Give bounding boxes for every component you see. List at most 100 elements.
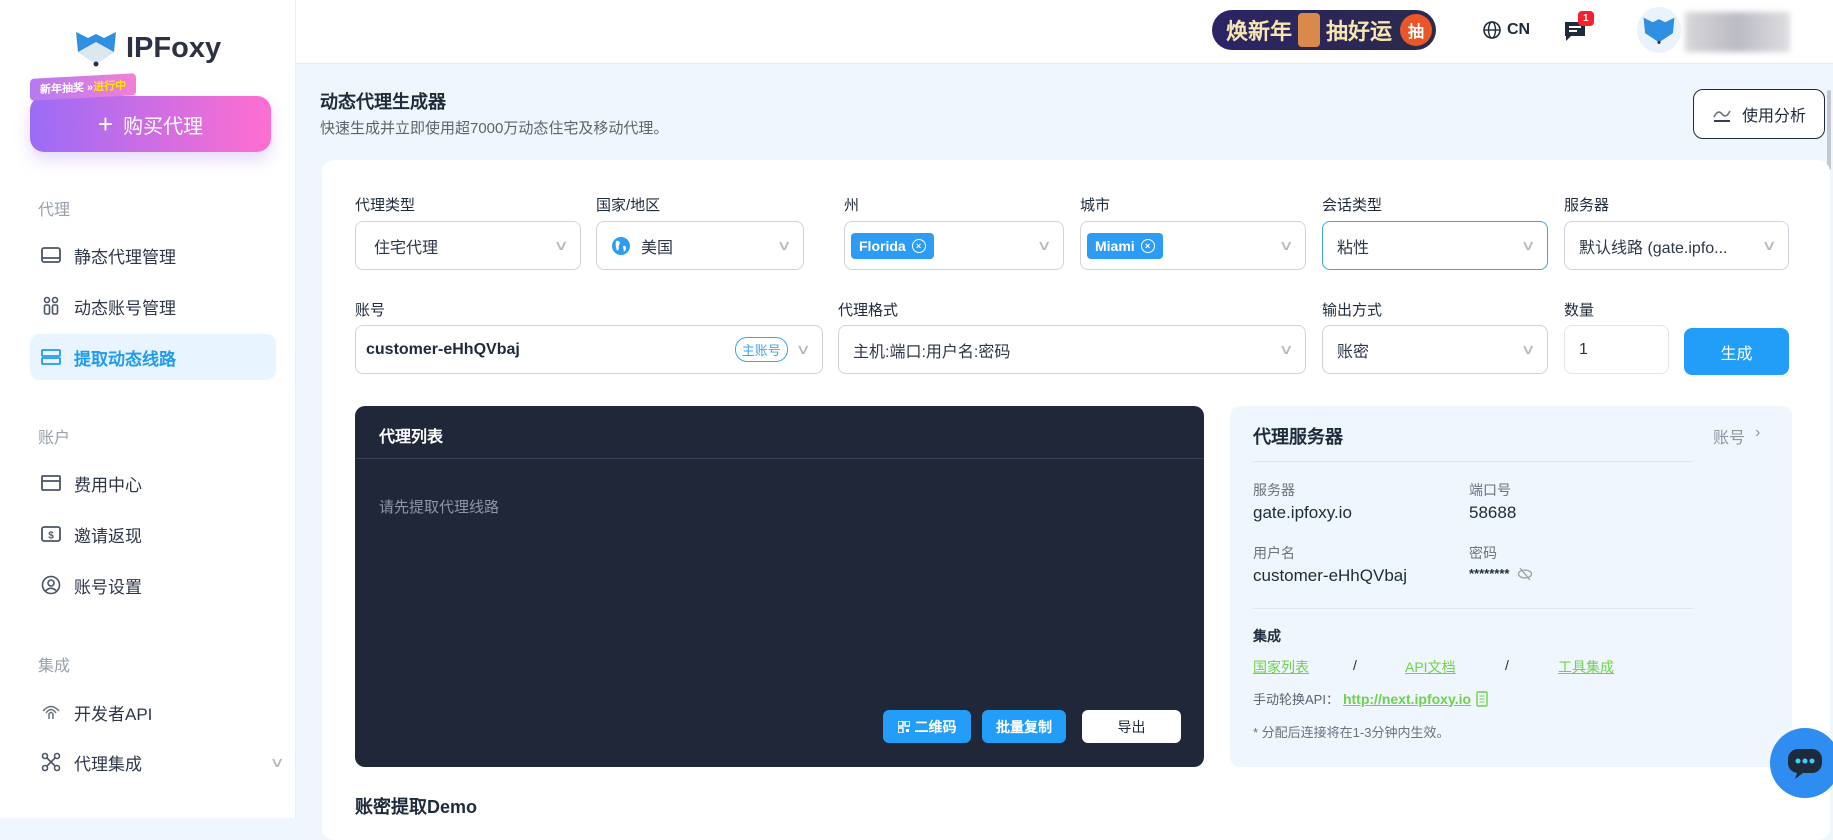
chevron-down-icon: ∨ [1278,237,1294,253]
password-field: ******** [1469,566,1533,581]
server-value: 默认线路 (gate.ipfo... [1579,239,1728,257]
country-select[interactable]: 美国 ∨ [596,221,804,270]
proxy-type-label: 代理类型 [355,197,416,214]
server-icon [41,349,61,365]
generate-button[interactable]: 生成 [1684,328,1789,375]
proxy-format-value: 主机:端口:用户名:密码 [853,343,1011,361]
city-select[interactable]: Miami × ∨ [1080,221,1306,270]
server-select[interactable]: 默认线路 (gate.ipfo... ∨ [1564,221,1789,270]
session-type-select[interactable]: 粘性 ∨ [1322,221,1548,270]
language-label: CN [1507,21,1531,38]
username-value[interactable]: customer-eHhQVbaj [1253,566,1407,586]
session-type-label: 会话类型 [1322,197,1383,214]
export-button[interactable]: 导出 [1082,710,1181,743]
chevron-down-icon: ∨ [1761,237,1777,253]
top-bar [296,0,1833,64]
sidebar-item-proxy-integration[interactable]: 代理集成 ∨ [30,739,285,785]
sidebar-item-billing[interactable]: 费用中心 [30,460,276,506]
output-method-select[interactable]: 账密 ∨ [1322,325,1548,374]
sidebar-item-referral[interactable]: $ 邀请返现 [30,511,276,557]
username-key: 用户名 [1253,545,1295,561]
rotate-api-link[interactable]: http://next.ipfoxy.io [1343,691,1471,707]
api-docs-link[interactable]: API文档 [1405,657,1456,677]
quantity-label: 数量 [1564,302,1595,319]
remove-tag-icon[interactable]: × [911,238,926,253]
proxy-type-select[interactable]: 住宅代理 ∨ [355,221,581,270]
chevron-down-icon: ∨ [269,753,285,770]
support-chat-button[interactable] [1770,728,1833,798]
state-select[interactable]: Florida × ∨ [844,221,1064,270]
password-value: ******** [1469,566,1510,581]
account-link-label: 账号 [1713,430,1746,447]
qr-code-button[interactable]: 二维码 [883,710,971,743]
usage-analysis-label: 使用分析 [1741,108,1806,125]
section-integration: 集成 [38,658,71,675]
nav-label: 代理集成 [74,754,142,774]
eye-off-icon[interactable] [1517,567,1533,581]
plus-icon: + [97,108,114,139]
draw-button[interactable]: 抽 [1400,14,1432,46]
proxy-list-placeholder: 请先提取代理线路 [379,499,500,516]
proxy-format-select[interactable]: 主机:端口:用户名:密码 ∨ [838,325,1306,374]
monitor-icon [41,247,61,263]
activation-note: * 分配后连接将在1-3分钟内生效。 [1253,725,1450,740]
sidebar-item-static-proxy[interactable]: 静态代理管理 [30,232,276,278]
usage-analysis-button[interactable]: 使用分析 [1693,89,1825,139]
country-list-link[interactable]: 国家列表 [1253,657,1309,677]
fox-avatar-icon [1643,17,1675,44]
qr-code-icon [897,720,910,733]
rotate-api-label: 手动轮换API： [1253,692,1339,707]
buy-proxy-button[interactable]: + 购买代理 [30,96,271,152]
account-value: customer-eHhQVbaj [366,340,520,358]
divider [1253,608,1693,609]
divider [355,458,1204,459]
proxy-format-label: 代理格式 [838,302,899,319]
page-scrollbar[interactable] [1827,90,1831,170]
promo-status: 进行中 [93,79,127,94]
demo-title: 账密提取Demo [355,797,478,817]
nav-label: 开发者API [74,704,153,724]
rotate-api-row: 手动轮换API： http://next.ipfoxy.io [1253,689,1489,708]
quantity-input[interactable]: 1 [1564,325,1669,374]
state-tag: Florida × [851,232,934,259]
chevron-down-icon: ∨ [553,237,569,253]
sidebar-item-dynamic-accounts[interactable]: 动态账号管理 [30,283,276,329]
nav-label: 动态账号管理 [74,298,176,318]
integration-icon [41,752,61,772]
logo[interactable]: IPFoxy [74,28,221,68]
port-key: 端口号 [1469,482,1511,498]
port-value[interactable]: 58688 [1469,503,1516,523]
account-link[interactable]: 账号 › [1713,424,1760,448]
language-switcher[interactable]: CN [1482,20,1530,40]
batch-copy-button[interactable]: 批量复制 [982,710,1066,743]
qr-code-label: 二维码 [914,718,957,735]
nav-label: 账号设置 [74,577,142,597]
sidebar-item-developer-api[interactable]: 开发者API [30,689,276,735]
sidebar-item-account-settings[interactable]: 账号设置 [30,562,276,608]
sidebar-item-extract-lines[interactable]: 提取动态线路 [30,334,276,380]
server-value[interactable]: gate.ipfoxy.io [1253,503,1352,523]
promo-text: 新年抽奖 » [40,81,94,97]
logo-text: IPFoxy [126,31,222,64]
separator: / [1353,657,1357,673]
copy-icon[interactable] [1475,690,1489,707]
notification-badge: 1 [1578,11,1594,26]
proxy-list-title: 代理列表 [379,429,444,446]
phone-image-icon [1298,13,1321,47]
avatar[interactable] [1637,7,1681,53]
proxy-server-title: 代理服务器 [1253,427,1343,447]
account-select[interactable]: customer-eHhQVbaj 主账号 ∨ [355,325,823,374]
state-label: 州 [844,197,860,214]
proxy-type-value: 住宅代理 [374,239,439,257]
password-key: 密码 [1469,545,1497,561]
nav-label: 邀请返现 [74,526,142,546]
new-year-banner[interactable]: 焕新年 抽好运抽 [1212,10,1436,50]
tool-integration-link[interactable]: 工具集成 [1558,657,1614,677]
output-method-value: 账密 [1337,343,1370,361]
fox-logo-icon [76,32,116,67]
chevron-down-icon: ∨ [1278,341,1294,357]
nav-label: 提取动态线路 [74,349,176,369]
city-tag-label: Miami [1095,237,1135,254]
svg-text:$: $ [48,531,54,542]
remove-tag-icon[interactable]: × [1140,238,1155,253]
